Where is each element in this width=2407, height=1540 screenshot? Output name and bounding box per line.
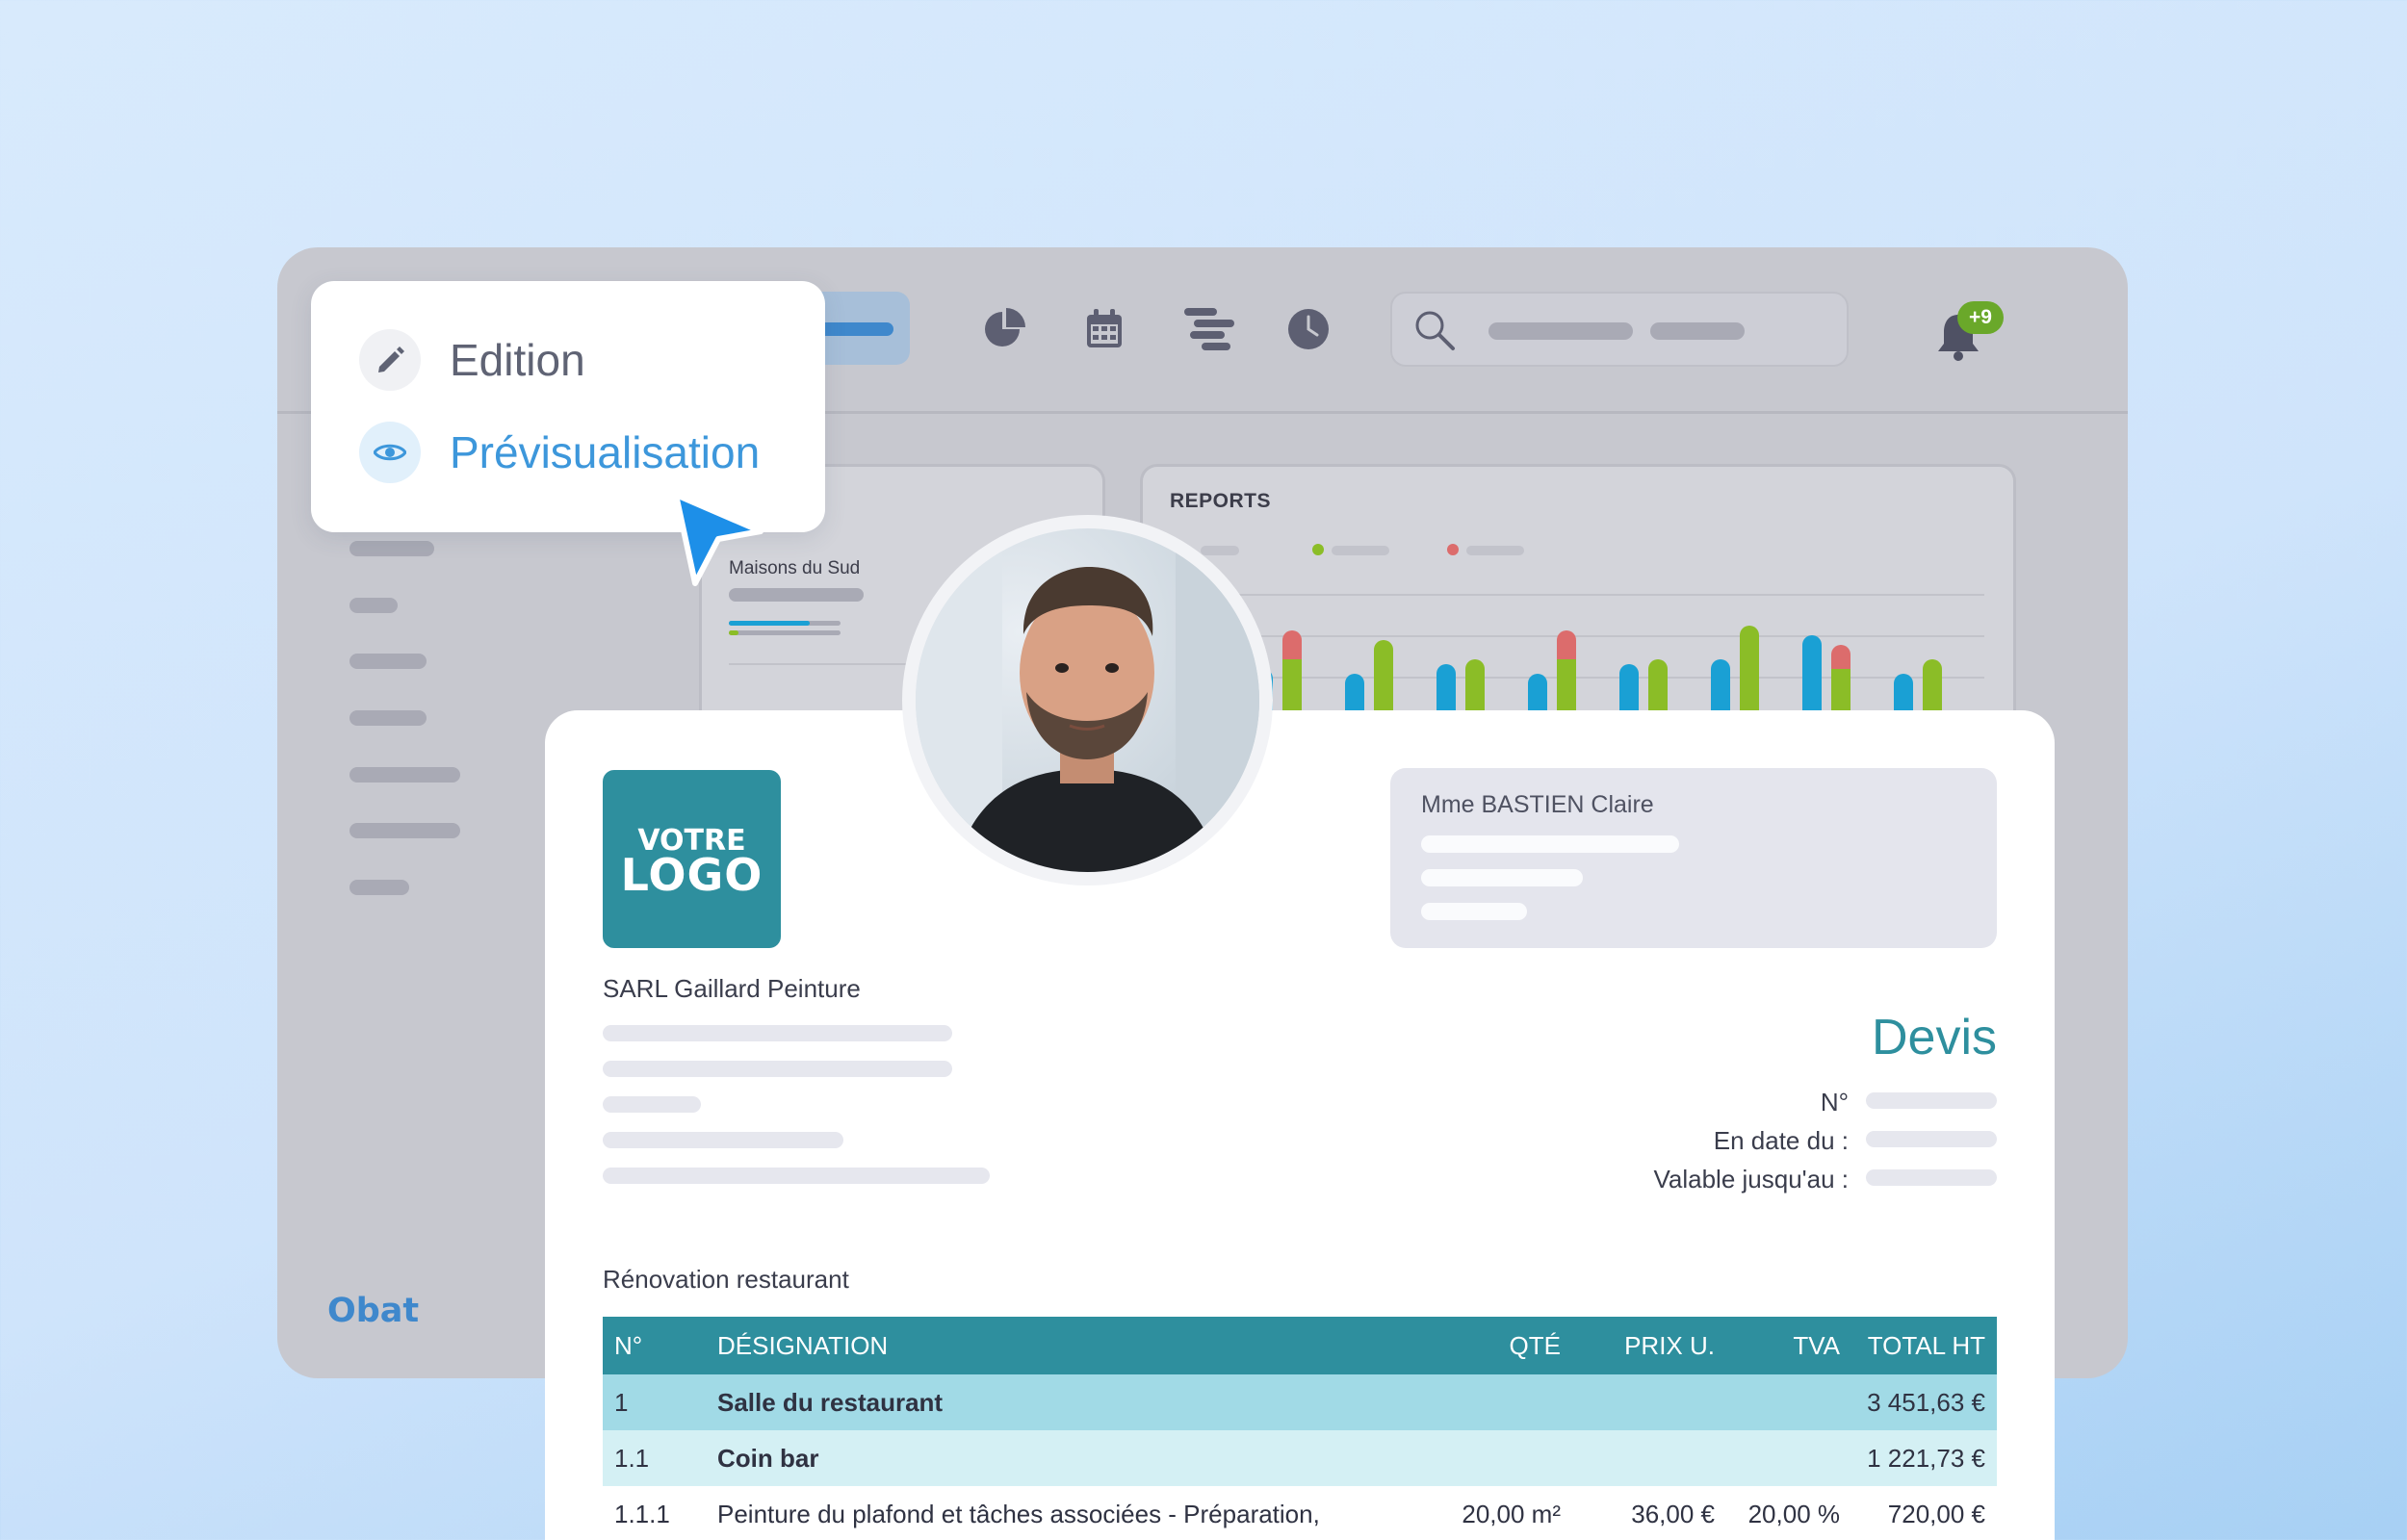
chart-bar [1711, 659, 1730, 717]
quote-document: VOTRE LOGO Mme BASTIEN Claire SARL Gaill… [545, 710, 2055, 1540]
meta-valid-label: Valable jusqu'au : [1653, 1165, 1849, 1194]
row-total: 1 221,73 € [1851, 1430, 1997, 1486]
client-name: Mme BASTIEN Claire [1421, 791, 1654, 818]
calendar-icon[interactable] [1080, 305, 1128, 353]
chart-bar [1557, 630, 1576, 659]
preview-label: Prévisualisation [450, 427, 761, 477]
row-num: 1.1 [603, 1430, 706, 1486]
row-qty [1437, 1374, 1572, 1430]
chart-bar [1557, 659, 1576, 717]
chart-bar [1282, 659, 1302, 717]
row-price [1572, 1430, 1726, 1486]
meta-number-label: N° [1820, 1088, 1849, 1116]
edition-option[interactable]: Edition [359, 329, 585, 391]
col-price: PRIX U. [1572, 1317, 1726, 1374]
clock-icon[interactable] [1284, 305, 1333, 353]
row-designation: Salle du restaurant [706, 1374, 1437, 1430]
row-qty: 20,00 m² [1462, 1499, 1561, 1528]
chart-bar [1282, 630, 1302, 659]
chart-bar [1802, 635, 1822, 717]
row-designation: Coin bar [706, 1430, 1437, 1486]
col-designation: DÉSIGNATION [706, 1317, 1437, 1374]
cursor-arrow-icon [672, 491, 768, 592]
chart-bar [1374, 640, 1393, 717]
search-icon [1413, 309, 1456, 356]
chart-bar [1465, 659, 1485, 717]
eye-icon [359, 422, 421, 483]
row-num: 1.1.1 [614, 1499, 670, 1528]
col-tva: TVA [1726, 1317, 1851, 1374]
company-logo[interactable]: VOTRE LOGO [603, 770, 781, 948]
avatar [902, 515, 1273, 886]
edition-label: Edition [450, 335, 585, 385]
row-total: 3 451,63 € [1851, 1374, 1997, 1430]
row-num: 1 [603, 1374, 706, 1430]
document-title: Devis [1871, 1010, 1997, 1065]
search-input[interactable] [1390, 292, 1849, 367]
row-designation: Peinture du plafond et tâches associées … [717, 1499, 1320, 1528]
chart-bar [1831, 645, 1851, 669]
chart-bar [1619, 664, 1639, 717]
col-total: TOTAL HT [1851, 1317, 1997, 1374]
pencil-icon [359, 329, 421, 391]
chart-bar [1648, 659, 1668, 717]
table-header-row: N° DÉSIGNATION QTÉ PRIX U. TVA TOTAL HT [603, 1317, 1997, 1374]
row-tva: 20,00 % [1747, 1499, 1840, 1528]
table-row[interactable]: 1.1 Coin bar 1 221,73 € [603, 1430, 1997, 1486]
logo-line-2: LOGO [620, 849, 764, 901]
project-title: Rénovation restaurant [603, 1265, 849, 1294]
meta-date-label: En date du : [1713, 1126, 1849, 1155]
row-total: 720,00 € [1887, 1499, 1985, 1528]
preview-option[interactable]: Prévisualisation [359, 422, 760, 483]
row-price: 36,00 € [1631, 1499, 1715, 1528]
row-tva [1726, 1430, 1851, 1486]
quote-table: N° DÉSIGNATION QTÉ PRIX U. TVA TOTAL HT … [603, 1317, 1997, 1540]
col-num: N° [603, 1317, 706, 1374]
panel-title: REPORTS [1170, 490, 1272, 512]
chart-bar [1740, 626, 1759, 717]
client-box: Mme BASTIEN Claire [1390, 768, 1997, 948]
chart-bar [1923, 659, 1942, 717]
col-qty: QTÉ [1437, 1317, 1572, 1374]
obat-logo: Obat [327, 1292, 420, 1330]
company-name: SARL Gaillard Peinture [603, 974, 861, 1003]
row-price [1572, 1374, 1726, 1430]
row-qty [1437, 1430, 1572, 1486]
table-row[interactable]: 1.1.1 Peinture du plafond et tâches asso… [603, 1486, 1997, 1540]
notification-badge: +9 [1957, 301, 2004, 334]
gantt-icon[interactable] [1182, 305, 1240, 353]
pie-chart-icon[interactable] [980, 305, 1028, 353]
chart-bar [1436, 664, 1456, 717]
row-tva [1726, 1374, 1851, 1430]
table-row[interactable]: 1 Salle du restaurant 3 451,63 € [603, 1374, 1997, 1430]
